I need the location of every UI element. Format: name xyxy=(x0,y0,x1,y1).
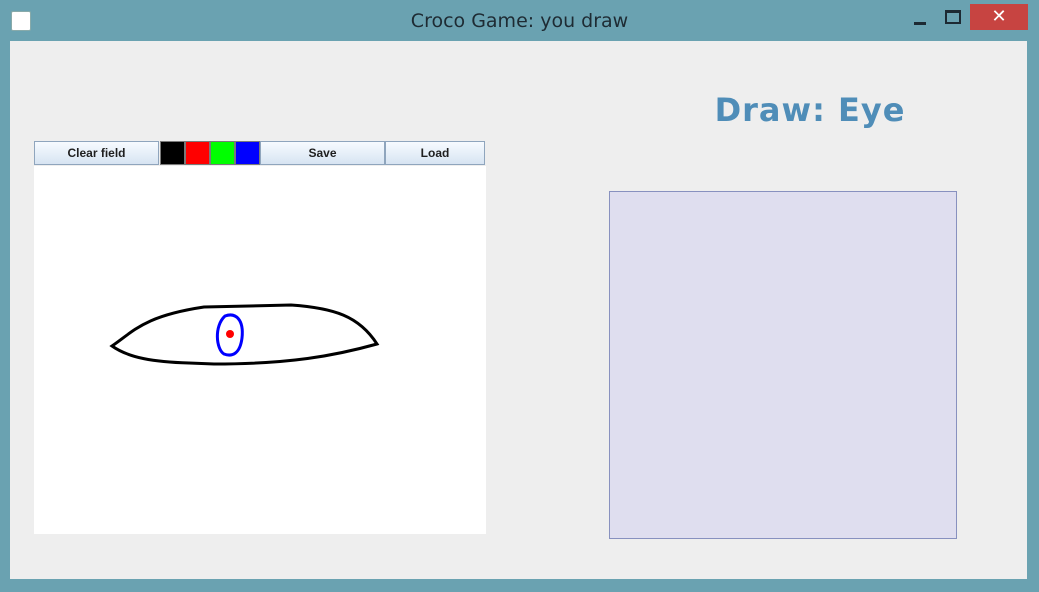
minimize-button[interactable] xyxy=(905,4,935,28)
title-bar: Croco Game: you draw ✕ xyxy=(0,0,1039,41)
clear-field-button[interactable]: Clear field xyxy=(34,141,159,165)
color-swatch-green[interactable] xyxy=(210,141,235,165)
color-swatch-red[interactable] xyxy=(185,141,210,165)
pupil-dot xyxy=(226,330,234,338)
save-button[interactable]: Save xyxy=(260,141,385,165)
load-button[interactable]: Load xyxy=(385,141,485,165)
guess-panel xyxy=(609,191,957,539)
game-client-area: Clear field Save Load Draw: Eye xyxy=(10,41,1027,579)
eye-drawing xyxy=(109,303,380,366)
color-swatch-blue[interactable] xyxy=(235,141,260,165)
draw-prompt: Draw: Eye xyxy=(714,91,906,129)
window-title: Croco Game: you draw xyxy=(410,10,629,32)
close-button[interactable]: ✕ xyxy=(970,4,1028,30)
drawing-canvas[interactable] xyxy=(34,166,486,534)
color-swatch-black[interactable] xyxy=(160,141,185,165)
maximize-button[interactable] xyxy=(937,4,967,28)
eye-outline-stroke xyxy=(109,303,380,366)
